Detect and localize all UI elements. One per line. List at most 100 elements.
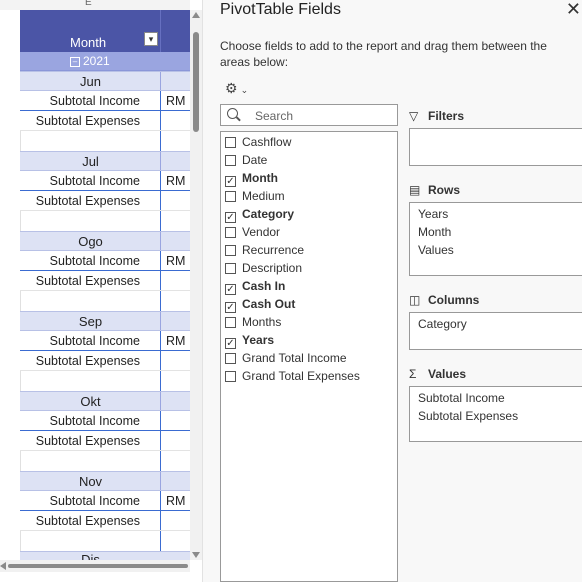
table-row[interactable]: Subtotal Expenses xyxy=(20,431,190,451)
field-cash-in[interactable]: ✓ Cash In xyxy=(225,279,285,297)
values-item[interactable]: Subtotal Income xyxy=(418,391,505,405)
table-row[interactable]: Subtotal Income RM xyxy=(20,331,190,351)
subtotal-income-label: Subtotal Income xyxy=(49,414,140,428)
field-date[interactable]: Date xyxy=(225,153,267,171)
subtotal-expenses-label: Subtotal Expenses xyxy=(35,354,140,368)
currency-cell: RM xyxy=(166,174,186,188)
table-row[interactable]: Subtotal Expenses xyxy=(20,111,190,131)
subtotal-expenses-label: Subtotal Expenses xyxy=(35,194,140,208)
collapse-icon[interactable]: – xyxy=(70,57,80,67)
field-vendor[interactable]: Vendor xyxy=(225,225,280,243)
close-icon[interactable]: ✕ xyxy=(566,0,581,20)
pane-description: Choose fields to add to the report and d… xyxy=(220,39,547,69)
checkbox[interactable] xyxy=(225,263,236,274)
currency-cell: RM xyxy=(166,254,186,268)
scroll-thumb[interactable] xyxy=(8,564,188,568)
rows-area-label: ▤ Rows xyxy=(409,183,461,197)
horizontal-scrollbar[interactable] xyxy=(0,560,190,572)
checkbox-checked[interactable]: ✓ xyxy=(225,176,236,187)
field-years[interactable]: ✓ Years xyxy=(225,333,274,351)
month-header: Month xyxy=(70,35,107,50)
month-row[interactable]: Jul xyxy=(20,151,190,171)
subtotal-income-label: Subtotal Income xyxy=(49,254,140,268)
subtotal-expenses-label: Subtotal Expenses xyxy=(35,274,140,288)
field-grand-total-expenses[interactable]: Grand Total Expenses xyxy=(225,369,360,387)
columns-icon: ◫ xyxy=(409,293,421,307)
table-row[interactable]: Subtotal Income xyxy=(20,411,190,431)
checkbox-checked[interactable]: ✓ xyxy=(225,212,236,223)
pivot-header-row: Month ▾ xyxy=(20,10,190,52)
pivottable-fields-pane: PivotTable Fields ✕ Choose fields to add… xyxy=(202,0,582,582)
currency-cell: RM xyxy=(166,94,186,108)
month-row[interactable]: Jun xyxy=(20,71,190,91)
checkbox-checked[interactable]: ✓ xyxy=(225,302,236,313)
checkbox-checked[interactable]: ✓ xyxy=(225,284,236,295)
table-row[interactable]: Subtotal Expenses xyxy=(20,271,190,291)
rows-item[interactable]: Month xyxy=(418,225,451,239)
sigma-icon: Σ xyxy=(409,367,417,381)
subtotal-expenses-label: Subtotal Expenses xyxy=(35,434,140,448)
columns-drop-zone[interactable]: Category xyxy=(409,312,582,350)
table-row[interactable]: Subtotal Income RM xyxy=(20,251,190,271)
table-row[interactable]: Subtotal Income RM xyxy=(20,171,190,191)
field-month[interactable]: ✓ Month xyxy=(225,171,278,189)
checkbox[interactable] xyxy=(225,227,236,238)
month-row[interactable]: Sep xyxy=(20,311,190,331)
subtotal-expenses-label: Subtotal Expenses xyxy=(35,514,140,528)
values-item[interactable]: Subtotal Expenses xyxy=(418,409,518,423)
filter-dropdown-icon[interactable]: ▾ xyxy=(144,32,158,46)
table-row[interactable]: Subtotal Expenses xyxy=(20,511,190,531)
field-recurrence[interactable]: Recurrence xyxy=(225,243,304,261)
table-row[interactable]: Subtotal Expenses xyxy=(20,191,190,211)
checkbox[interactable] xyxy=(225,155,236,166)
table-row[interactable]: Subtotal Income RM xyxy=(20,91,190,111)
checkbox[interactable] xyxy=(225,371,236,382)
checkbox-checked[interactable]: ✓ xyxy=(225,338,236,349)
subtotal-income-label: Subtotal Income xyxy=(49,334,140,348)
field-category[interactable]: ✓ Category xyxy=(225,207,294,225)
chevron-down-icon: ⌄ xyxy=(240,85,249,95)
field-cash-out[interactable]: ✓ Cash Out xyxy=(225,297,295,315)
field-description[interactable]: Description xyxy=(225,261,302,279)
field-months[interactable]: Months xyxy=(225,315,281,333)
scroll-up-icon[interactable] xyxy=(192,12,200,18)
subtotal-income-label: Subtotal Income xyxy=(49,174,140,188)
field-list: Cashflow Date ✓ Month Medium ✓ Category Ve… xyxy=(220,131,398,582)
search-input[interactable]: Search xyxy=(220,104,398,126)
scroll-thumb[interactable] xyxy=(193,32,199,132)
pivot-table: Month ▾ –2021 Jun Subtotal Income RM Subt… xyxy=(20,10,190,563)
checkbox[interactable] xyxy=(225,191,236,202)
filter-icon: ▽ xyxy=(409,109,419,123)
year-row[interactable]: –2021 xyxy=(20,52,190,71)
year-label: 2021 xyxy=(83,54,110,68)
field-grand-total-income[interactable]: Grand Total Income xyxy=(225,351,347,369)
table-row[interactable]: Subtotal Income RM xyxy=(20,491,190,511)
subtotal-income-label: Subtotal Income xyxy=(49,494,140,508)
vertical-scrollbar[interactable] xyxy=(190,10,202,560)
table-row[interactable]: Subtotal Expenses xyxy=(20,351,190,371)
values-drop-zone[interactable]: Subtotal Income Subtotal Expenses xyxy=(409,386,582,442)
month-row[interactable]: Okt xyxy=(20,391,190,411)
month-row[interactable]: Nov xyxy=(20,471,190,491)
checkbox[interactable] xyxy=(225,317,236,328)
scroll-down-icon[interactable] xyxy=(192,552,200,558)
rows-item[interactable]: Values xyxy=(418,243,454,257)
currency-cell: RM xyxy=(166,334,186,348)
month-row[interactable]: Ogo xyxy=(20,231,190,251)
checkbox[interactable] xyxy=(225,137,236,148)
search-icon xyxy=(227,108,238,119)
checkbox[interactable] xyxy=(225,245,236,256)
field-cashflow[interactable]: Cashflow xyxy=(225,135,291,153)
gear-icon[interactable]: ⚙ ⌄ xyxy=(225,80,248,97)
filters-drop-zone[interactable] xyxy=(409,128,582,166)
field-medium[interactable]: Medium xyxy=(225,189,285,207)
search-placeholder: Search xyxy=(255,109,294,123)
rows-drop-zone[interactable]: Years Month Values xyxy=(409,202,582,276)
column-letter: E xyxy=(85,0,92,8)
pane-title: PivotTable Fields xyxy=(220,1,341,18)
rows-item[interactable]: Years xyxy=(418,207,448,221)
columns-item[interactable]: Category xyxy=(418,317,467,331)
checkbox[interactable] xyxy=(225,353,236,364)
columns-area-label: ◫ Columns xyxy=(409,293,480,307)
scroll-left-icon[interactable] xyxy=(0,562,6,570)
